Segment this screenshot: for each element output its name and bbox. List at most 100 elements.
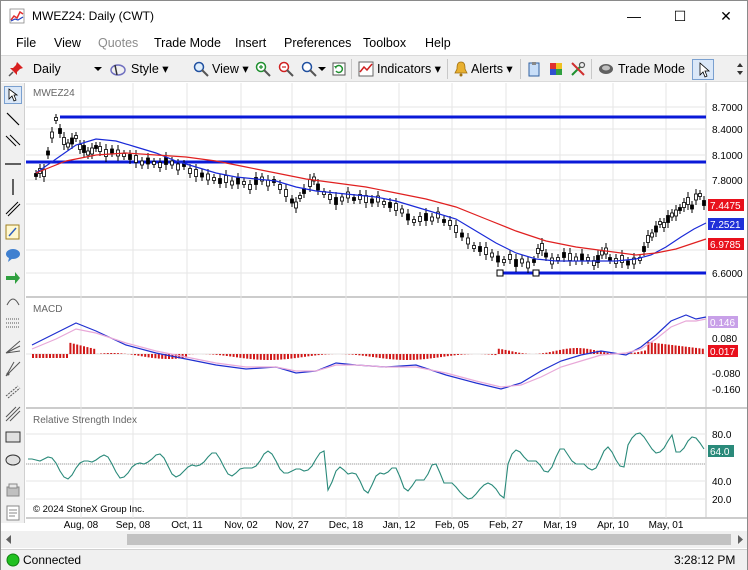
- scroll-left-icon[interactable]: [5, 535, 13, 544]
- price-bar-body: [600, 250, 604, 256]
- indicators-icon[interactable]: [358, 61, 374, 77]
- zoom-select-icon[interactable]: [301, 61, 317, 77]
- price-bar-body: [74, 135, 78, 139]
- cursor-pointer-icon[interactable]: [692, 59, 714, 80]
- zoom-dropdown-icon[interactable]: [318, 65, 326, 73]
- eraser-icon[interactable]: [4, 481, 22, 499]
- rectangle-icon[interactable]: [4, 428, 22, 446]
- price-bar-body: [294, 201, 298, 209]
- close-button[interactable]: ✕: [703, 1, 748, 31]
- tools-icon[interactable]: [570, 61, 586, 77]
- dotted-grid-icon[interactable]: [4, 314, 22, 332]
- menu-trade-mode[interactable]: Trade Mode: [154, 36, 221, 50]
- menu-quotes[interactable]: Quotes: [98, 36, 138, 50]
- macd-histogram-bar: [55, 354, 58, 358]
- x-axis-tick-label: Nov, 02: [224, 520, 258, 530]
- macd-histogram-bar: [62, 354, 65, 358]
- chart-area[interactable]: Aug, 08 Sep, 08 Oct, 11 Nov, 02 Nov, 27 Dec, …: [26, 83, 747, 531]
- vertical-line-icon[interactable]: [4, 178, 22, 196]
- note-icon[interactable]: [4, 223, 22, 241]
- macd-histogram-bar: [355, 354, 357, 355]
- chart-style-icon[interactable]: [110, 61, 126, 77]
- horizontal-scrollbar[interactable]: [1, 531, 747, 548]
- x-axis-tick-label: Dec, 18: [329, 520, 364, 530]
- magnifier-icon[interactable]: [193, 61, 209, 77]
- trade-mode-button[interactable]: Trade Mode: [618, 61, 685, 79]
- x-axis-tick-label: Aug, 08: [64, 520, 99, 530]
- price-bar-body: [170, 160, 174, 166]
- horizontal-line-icon[interactable]: [4, 155, 22, 173]
- price-bar-body: [346, 191, 350, 199]
- interval-dropdown-icon[interactable]: [94, 65, 102, 73]
- macd-histogram-bar: [368, 354, 371, 357]
- trade-mode-icon[interactable]: [598, 61, 614, 77]
- pitchfork-icon[interactable]: [4, 382, 22, 400]
- bell-icon[interactable]: [453, 61, 469, 77]
- menu-preferences[interactable]: Preferences: [284, 36, 351, 50]
- select-arrow-icon[interactable]: [4, 86, 22, 104]
- macd-histogram-bar: [518, 352, 521, 354]
- menu-help[interactable]: Help: [425, 36, 451, 50]
- arrow-right-icon[interactable]: [4, 269, 22, 287]
- toolbar-overflow-icon[interactable]: [735, 61, 745, 77]
- trend-line-icon[interactable]: [4, 110, 22, 128]
- macd-histogram-bar: [242, 354, 245, 359]
- zoom-out-icon[interactable]: [278, 61, 294, 77]
- arc-icon[interactable]: [4, 291, 22, 309]
- style-menu[interactable]: Style ▾: [131, 61, 169, 79]
- interval-select[interactable]: Daily: [33, 61, 61, 79]
- macd-histogram-bar: [130, 354, 133, 355]
- zoom-in-icon[interactable]: [255, 61, 271, 77]
- ellipse-icon[interactable]: [4, 451, 22, 469]
- macd-histogram-bar: [86, 347, 89, 354]
- macd-histogram-bar: [45, 354, 48, 358]
- properties-icon[interactable]: [4, 504, 22, 522]
- clipboard-icon[interactable]: [526, 61, 542, 77]
- macd-axis-label: 0.080: [712, 334, 737, 345]
- menu-insert[interactable]: Insert: [235, 36, 266, 50]
- macd-histogram-bar: [433, 354, 436, 359]
- x-axis-tick-label: Sep, 08: [116, 520, 151, 530]
- x-axis-tick-label: May, 01: [649, 520, 684, 530]
- menu-toolbox[interactable]: Toolbox: [363, 36, 406, 50]
- price-bar-body: [58, 128, 62, 134]
- cycle-lines-icon[interactable]: [4, 405, 22, 423]
- macd-histogram-bar: [147, 354, 150, 358]
- maximize-button[interactable]: ☐: [657, 1, 703, 31]
- price-bar-body: [308, 179, 312, 187]
- gann-icon[interactable]: [4, 360, 22, 378]
- macd-histogram-bar: [263, 354, 266, 360]
- price-bar-body: [54, 117, 58, 121]
- alerts-menu[interactable]: Alerts ▾: [471, 61, 513, 79]
- channel-icon[interactable]: [4, 200, 22, 218]
- menu-file[interactable]: File: [16, 36, 36, 50]
- macd-histogram-bar: [698, 348, 701, 354]
- price-bar-body: [224, 175, 228, 183]
- price-bar-body: [496, 255, 500, 263]
- macd-histogram-bar: [246, 354, 249, 359]
- parallel-lines-icon[interactable]: [4, 132, 22, 150]
- fan-lines-icon[interactable]: [4, 337, 22, 355]
- pin-icon[interactable]: [8, 61, 24, 77]
- price-bar-body: [128, 154, 132, 160]
- scroll-thumb[interactable]: [127, 534, 731, 545]
- price-bar-body: [654, 225, 658, 233]
- menu-view[interactable]: View: [54, 36, 81, 50]
- macd-histogram-bar: [317, 354, 320, 356]
- minimize-button[interactable]: —: [611, 1, 657, 31]
- macd-histogram-bar: [157, 354, 160, 359]
- connection-status-icon: [6, 553, 20, 567]
- macd-histogram-bar: [664, 344, 667, 354]
- color-palette-icon[interactable]: [548, 61, 564, 77]
- scroll-right-icon[interactable]: [736, 535, 744, 544]
- view-menu[interactable]: View ▾: [212, 61, 249, 79]
- comment-bubble-icon[interactable]: [4, 246, 22, 264]
- indicators-menu[interactable]: Indicators ▾: [377, 61, 441, 79]
- macd-histogram-bar: [365, 354, 368, 357]
- drawing-tools-panel: [1, 83, 25, 523]
- refresh-chart-icon[interactable]: [331, 61, 347, 77]
- chart-canvas[interactable]: Aug, 08 Sep, 08 Oct, 11 Nov, 02 Nov, 27 Dec, …: [26, 83, 747, 531]
- price-bar-body: [94, 145, 98, 149]
- macd-histogram-bar: [110, 353, 113, 354]
- macd-pane-title: MACD: [33, 304, 63, 315]
